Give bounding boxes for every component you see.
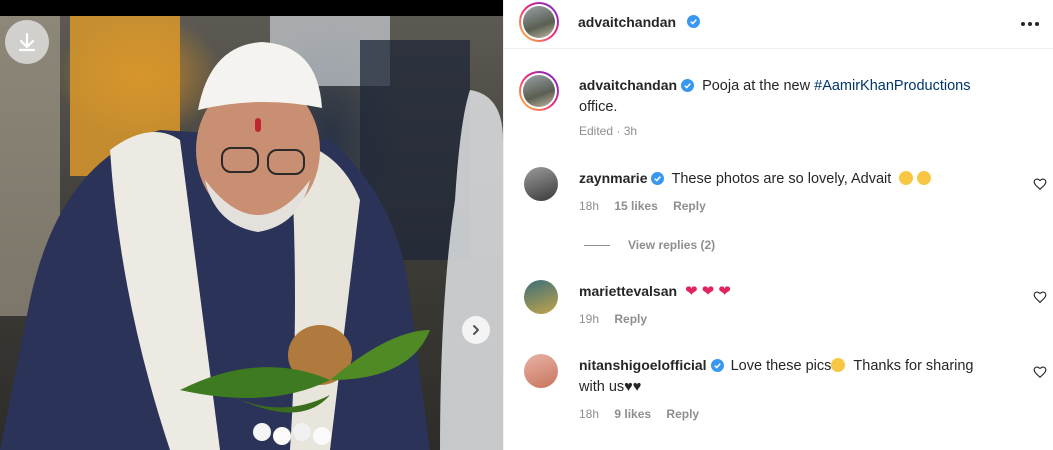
comment-body: nitanshigoelofficial Love these pics Tha… bbox=[579, 355, 1019, 398]
comment-time: 18h bbox=[579, 407, 600, 421]
comment-reply-button[interactable]: Reply bbox=[666, 407, 699, 421]
header-avatar[interactable] bbox=[519, 2, 559, 42]
download-button[interactable] bbox=[5, 20, 49, 64]
verified-badge-icon bbox=[681, 79, 695, 92]
view-replies-button[interactable]: View replies (2) bbox=[584, 238, 715, 252]
crying-face-icon bbox=[831, 358, 846, 372]
caption: advaitchandan Pooja at the new #AamirKha… bbox=[579, 75, 1009, 118]
comment-avatar[interactable] bbox=[524, 280, 558, 314]
comment-body: mariettevalsan ❤ ❤ ❤ bbox=[579, 281, 1019, 303]
comment-avatar[interactable] bbox=[524, 167, 558, 201]
download-icon bbox=[18, 32, 36, 52]
comment-avatar[interactable] bbox=[524, 354, 558, 388]
comment-username[interactable]: zaynmarie bbox=[579, 170, 647, 186]
red-heart-icon: ❤ bbox=[718, 283, 731, 300]
next-photo-button[interactable] bbox=[462, 316, 490, 344]
verified-badge-icon bbox=[687, 15, 700, 28]
comment-text-3: with us♥♥ bbox=[579, 379, 642, 395]
comment-time: 19h bbox=[579, 312, 600, 326]
comment-text-2: Thanks for sharing bbox=[853, 358, 974, 374]
comment-reply-button[interactable]: Reply bbox=[673, 199, 706, 213]
caption-username[interactable]: advaitchandan bbox=[579, 77, 677, 93]
header-username[interactable]: advaitchandan bbox=[578, 14, 676, 30]
comment-time: 18h bbox=[579, 199, 600, 213]
red-heart-icon: ❤ bbox=[685, 283, 698, 300]
comment-username[interactable]: nitanshigoelofficial bbox=[579, 357, 707, 373]
caption-text-end: office. bbox=[579, 99, 618, 115]
comment-body: zaynmarie These photos are so lovely, Ad… bbox=[579, 168, 1019, 190]
caption-avatar[interactable] bbox=[519, 71, 559, 111]
comment-likes[interactable]: 9 likes bbox=[614, 407, 651, 421]
comment-meta: 18h 9 likes Reply bbox=[579, 407, 699, 421]
comment-reply-button[interactable]: Reply bbox=[614, 312, 647, 326]
crying-face-icon bbox=[899, 171, 914, 185]
heart-icon[interactable] bbox=[1033, 365, 1047, 379]
verified-badge-icon bbox=[710, 359, 724, 372]
caption-time: Edited · 3h bbox=[579, 124, 638, 138]
comment-text: These photos are so lovely, Advait bbox=[671, 171, 892, 187]
heart-icon[interactable] bbox=[1033, 177, 1047, 191]
comment-text: Love these pics bbox=[730, 358, 832, 374]
verified-badge-icon bbox=[651, 172, 665, 185]
red-heart-icon: ❤ bbox=[701, 283, 715, 300]
comment-likes[interactable]: 15 likes bbox=[614, 199, 657, 213]
comment-meta: 19h Reply bbox=[579, 312, 647, 326]
heart-icon[interactable] bbox=[1033, 290, 1047, 304]
caption-hashtag[interactable]: #AamirKhanProductions bbox=[814, 78, 970, 94]
more-horizontal-icon bbox=[1021, 22, 1025, 26]
post-photo bbox=[0, 0, 503, 450]
post-sidebar: advaitchandan advaitchandan Pooja at the… bbox=[503, 0, 1053, 450]
crying-face-icon bbox=[917, 171, 932, 185]
caption-text: Pooja at the new bbox=[702, 78, 815, 94]
comment-meta: 18h 15 likes Reply bbox=[579, 199, 706, 213]
photo-scene bbox=[0, 16, 503, 450]
comment-username[interactable]: mariettevalsan bbox=[579, 283, 677, 299]
more-options-button[interactable] bbox=[1018, 14, 1042, 34]
chevron-right-icon bbox=[473, 325, 479, 335]
post-header: advaitchandan bbox=[504, 0, 1053, 49]
